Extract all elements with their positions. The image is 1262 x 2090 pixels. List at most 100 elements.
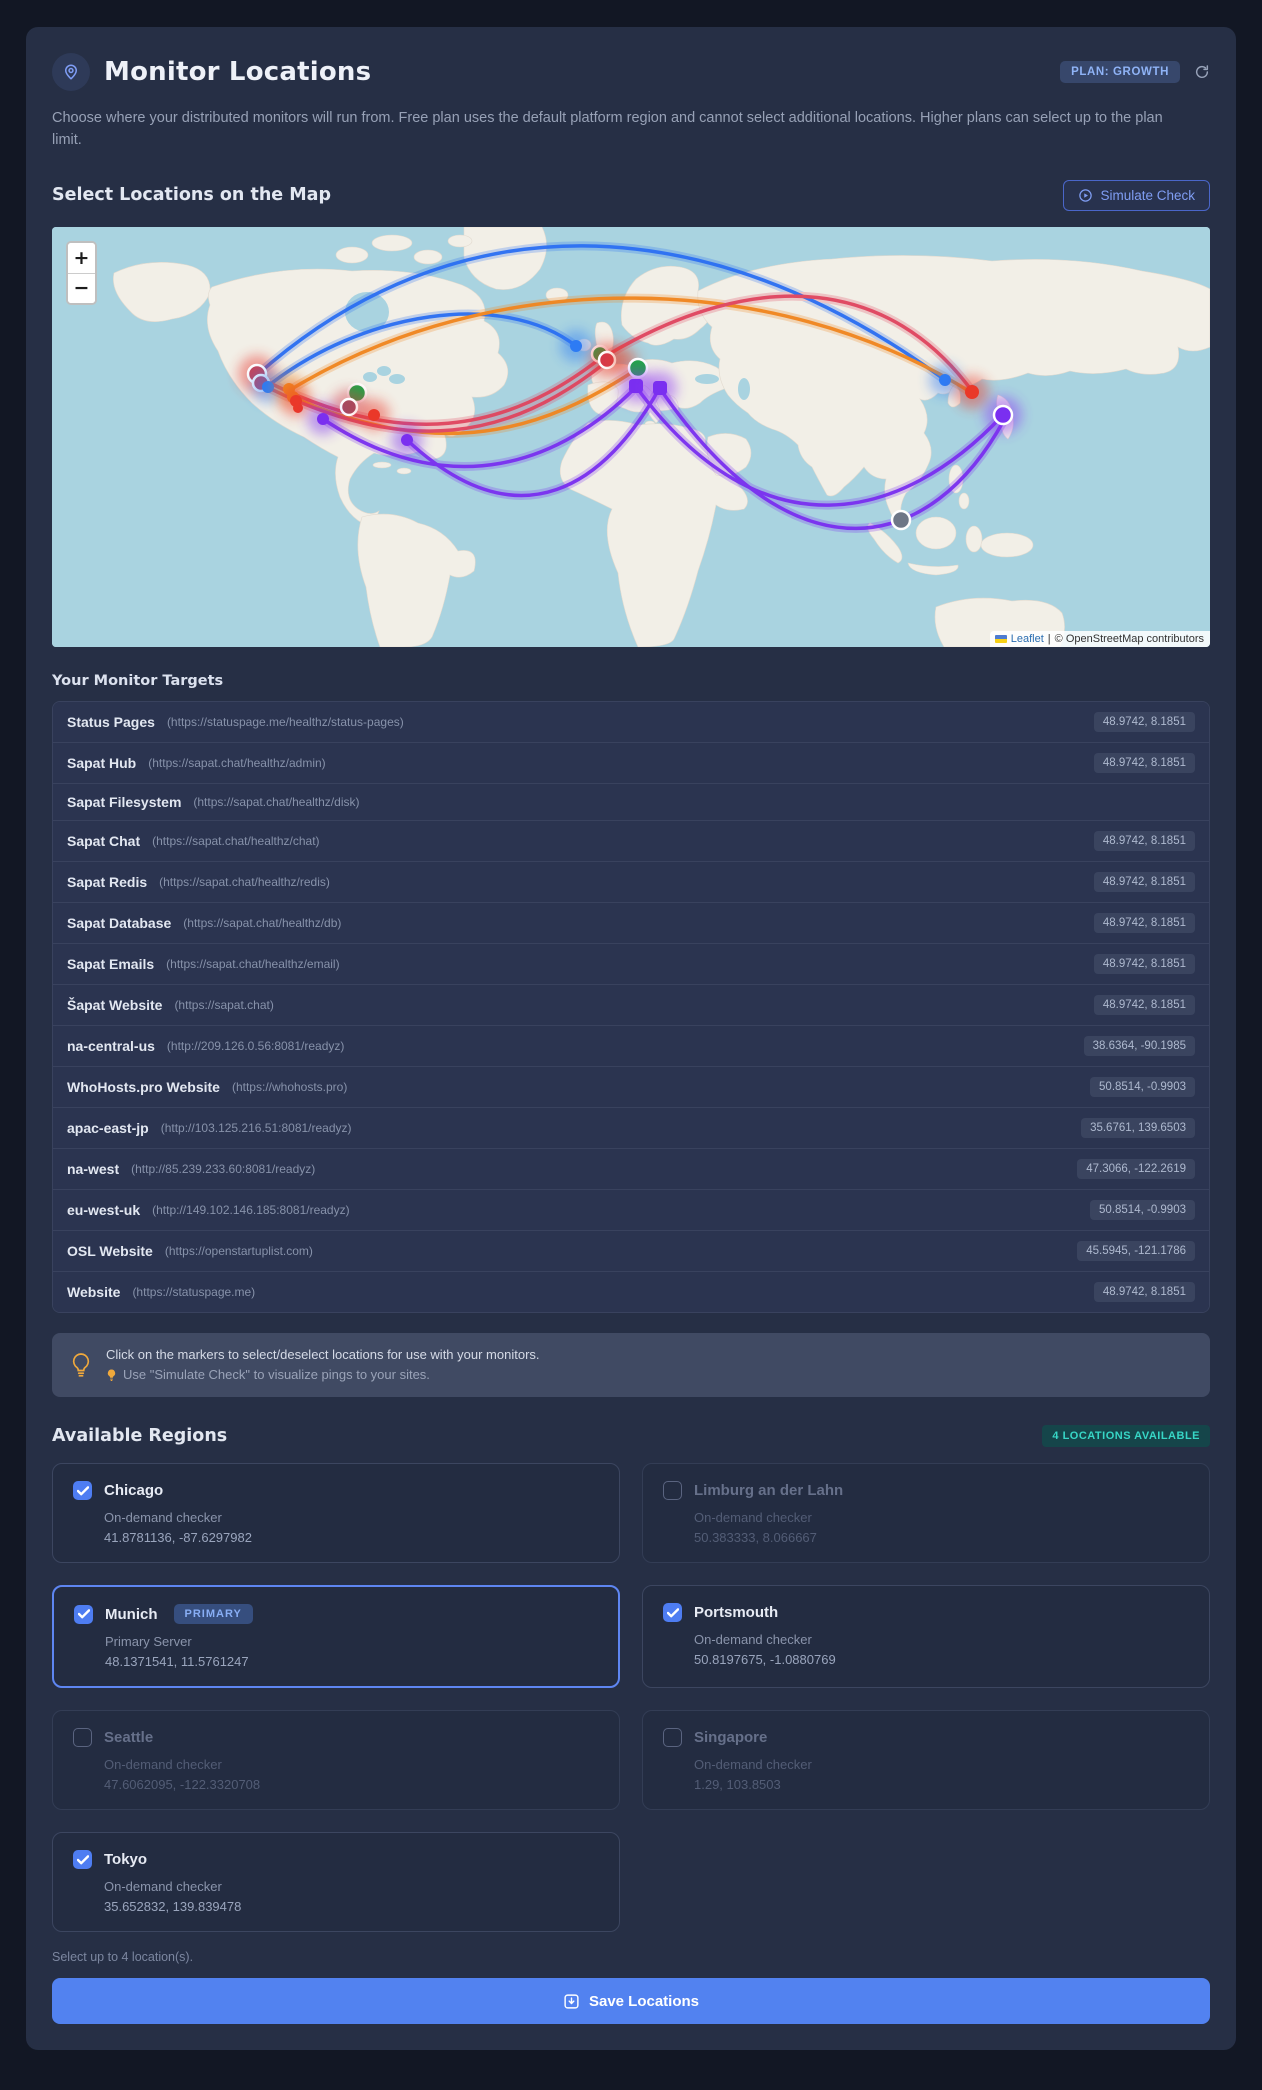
target-url: (https://sapat.chat/healthz/chat) [152, 833, 320, 848]
leaflet-link[interactable]: Leaflet [1011, 633, 1044, 645]
page-description: Choose where your distributed monitors w… [52, 110, 1163, 149]
target-coords-badge: 38.6364, -90.1985 [1083, 1035, 1195, 1056]
save-locations-button[interactable]: Save Locations [52, 1978, 1210, 2025]
region-checkbox[interactable] [663, 1603, 682, 1623]
target-coords-badge: 35.6761, 139.6503 [1081, 1117, 1195, 1138]
ping-blue-asia[interactable] [939, 373, 951, 386]
target-row: eu-west-uk (http://149.102.146.185:8081/… [53, 1188, 1209, 1230]
region-type: On-demand checker [694, 1757, 812, 1773]
map-attribution: Leaflet | © OpenStreetMap contributors [989, 630, 1210, 647]
region-card[interactable]: Munich PRIMARY Primary Server 48.1371541… [52, 1585, 620, 1689]
target-coords-badge: 48.9742, 8.1851 [1093, 871, 1195, 892]
target-row: WhoHosts.pro Website (https://whohosts.p… [53, 1065, 1209, 1107]
targets-heading: Your Monitor Targets [52, 672, 224, 689]
target-coords-badge: 48.9742, 8.1851 [1093, 711, 1195, 732]
target-name: Sapat Database [67, 914, 172, 931]
region-card[interactable]: Tokyo On-demand checker 35.652832, 139.8… [52, 1832, 620, 1933]
region-name: Limburg an der Lahn [694, 1482, 844, 1500]
singapore-marker[interactable] [890, 509, 912, 531]
target-name: Sapat Chat [67, 832, 141, 849]
bulb-emoji-icon [106, 1368, 117, 1382]
selection-limit-note: Select up to 4 location(s). [52, 1950, 194, 1965]
target-coords-badge: 48.9742, 8.1851 [1093, 752, 1195, 773]
map-zoom-control: + − [66, 240, 97, 305]
target-row: na-central-us (http://209.126.0.56:8081/… [53, 1024, 1209, 1066]
ping-red-us-2[interactable] [293, 402, 303, 413]
ukraine-flag-icon [994, 634, 1007, 643]
target-coords-badge: 48.9742, 8.1851 [1093, 830, 1195, 851]
tokyo-marker[interactable] [992, 404, 1014, 426]
target-row: Šapat Website (https://sapat.chat) 48.97… [53, 983, 1209, 1025]
region-card[interactable]: Seattle On-demand checker 47.6062095, -1… [52, 1710, 620, 1811]
ping-purple-us-1[interactable] [317, 412, 329, 425]
region-card[interactable]: Chicago On-demand checker 41.8781136, -8… [52, 1463, 620, 1564]
target-url: (https://sapat.chat) [174, 997, 274, 1012]
region-coords: 41.8781136, -87.6297982 [104, 1530, 252, 1546]
region-checkbox[interactable] [73, 1850, 92, 1870]
plan-badge: PLAN: GROWTH [1060, 61, 1180, 83]
target-name: Sapat Redis [67, 873, 148, 890]
region-coords: 47.6062095, -122.3320708 [104, 1777, 261, 1793]
ping-purple-eu-1[interactable] [629, 378, 643, 393]
region-coords: 35.652832, 139.839478 [104, 1899, 242, 1915]
ping-purple-us-2[interactable] [401, 433, 413, 446]
target-url: (https://openstartuplist.com) [164, 1243, 313, 1258]
target-row: apac-east-jp (http://103.125.216.51:8081… [53, 1106, 1209, 1148]
target-row: Status Pages (https://statuspage.me/heal… [53, 701, 1209, 742]
simulate-check-button[interactable]: Simulate Check [1063, 179, 1210, 211]
target-url: (https://statuspage.me/healthz/status-pa… [166, 714, 404, 729]
lightbulb-icon [70, 1352, 92, 1378]
monitor-locations-panel: Monitor Locations PLAN: GROWTH Choose wh… [26, 27, 1236, 2051]
target-row: Sapat Hub (https://sapat.chat/healthz/ad… [53, 741, 1209, 783]
target-name: Sapat Filesystem [67, 793, 182, 810]
target-url: (https://sapat.chat/healthz/db) [183, 915, 342, 930]
ping-red-asia[interactable] [965, 384, 979, 399]
tip-box: Click on the markers to select/deselect … [52, 1332, 1210, 1398]
target-name: WhoHosts.pro Website [67, 1078, 220, 1095]
region-card[interactable]: Limburg an der Lahn On-demand checker 50… [642, 1463, 1210, 1564]
map-pin-icon [52, 53, 90, 91]
target-coords-badge: 50.8514, -0.9903 [1090, 1199, 1195, 1220]
region-checkbox[interactable] [663, 1728, 682, 1748]
region-checkbox[interactable] [74, 1604, 93, 1624]
target-name: na-central-us [67, 1037, 155, 1054]
ping-blue-us[interactable] [262, 380, 274, 393]
osm-link[interactable]: © OpenStreetMap contributors [1055, 633, 1204, 645]
ping-blue-atlantic[interactable] [570, 339, 582, 352]
na-central-marker[interactable] [339, 397, 359, 417]
region-checkbox[interactable] [73, 1728, 92, 1748]
region-checkbox[interactable] [73, 1481, 92, 1501]
target-url: (http://149.102.146.185:8081/readyz) [152, 1202, 350, 1217]
map-canvas [52, 226, 1210, 647]
region-cards-grid: Chicago On-demand checker 41.8781136, -8… [52, 1463, 1210, 1933]
target-row: Sapat Chat (https://sapat.chat/healthz/c… [53, 819, 1209, 861]
ping-purple-eu-2[interactable] [653, 380, 667, 395]
zoom-out-button[interactable]: − [68, 272, 95, 303]
primary-badge: PRIMARY [173, 1604, 253, 1625]
target-name: Šapat Website [67, 996, 163, 1013]
play-circle-icon [1078, 188, 1093, 203]
target-coords-badge: 50.8514, -0.9903 [1090, 1076, 1195, 1097]
refresh-icon[interactable] [1194, 64, 1210, 80]
target-coords-badge: 48.9742, 8.1851 [1093, 953, 1195, 974]
ping-red-us-3[interactable] [368, 408, 380, 421]
region-card[interactable]: Portsmouth On-demand checker 50.8197675,… [642, 1585, 1210, 1689]
region-card[interactable]: Singapore On-demand checker 1.29, 103.85… [642, 1710, 1210, 1811]
target-url: (http://85.239.233.60:8081/readyz) [131, 1161, 316, 1176]
region-name: Munich [105, 1605, 158, 1623]
world-map[interactable]: + − Leaflet | © OpenStreetMap contributo… [52, 226, 1210, 647]
target-name: na-west [67, 1160, 120, 1177]
region-name: Tokyo [104, 1851, 148, 1869]
target-url: (https://sapat.chat/healthz/redis) [159, 874, 330, 889]
regions-heading: Available Regions [52, 1426, 228, 1447]
target-coords-badge: 45.5945, -121.1786 [1077, 1240, 1195, 1261]
region-coords: 50.8197675, -1.0880769 [694, 1652, 836, 1668]
target-name: Sapat Emails [67, 955, 155, 972]
region-type: On-demand checker [104, 1510, 222, 1526]
zoom-in-button[interactable]: + [68, 242, 95, 273]
region-type: On-demand checker [694, 1632, 812, 1648]
target-url: (https://sapat.chat/healthz/disk) [193, 794, 360, 809]
target-name: Website [67, 1283, 121, 1300]
region-checkbox[interactable] [663, 1481, 682, 1501]
tip-line-1: Click on the markers to select/deselect … [106, 1346, 540, 1362]
